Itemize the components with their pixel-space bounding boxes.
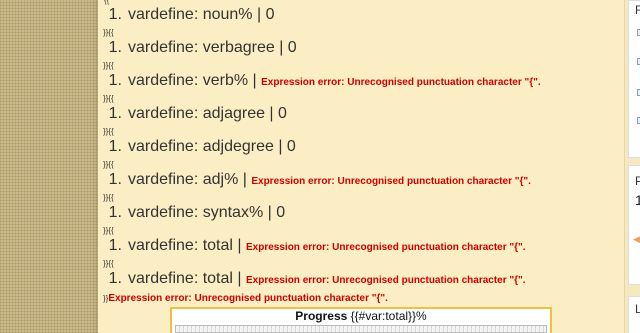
list-item: 1. vardefine: adjagree | 0 bbox=[104, 105, 287, 122]
list-item-text: vardefine: total | bbox=[128, 237, 246, 254]
template-separator: }}{{ bbox=[103, 160, 114, 169]
progress-heading: Progress {{#var:total}}% bbox=[172, 309, 550, 324]
final-error-line: }}Expression error: Unrecognised punctua… bbox=[103, 291, 388, 304]
list-item-text: vardefine: noun% | 0 bbox=[128, 6, 275, 23]
template-separator: }}{{ bbox=[103, 127, 114, 136]
sidebar-heading-letter: R bbox=[635, 3, 640, 17]
main-content: {{ 1. vardefine: noun% | 0 }}{{ 1. vardefi… bbox=[98, 0, 624, 333]
list-number: 1. bbox=[108, 72, 122, 89]
template-separator: }}{{ bbox=[103, 61, 114, 70]
left-decorative-strip bbox=[0, 0, 98, 333]
list-item-text: vardefine: adj% | bbox=[128, 171, 252, 188]
list-item: 1. vardefine: total | Expression error: U… bbox=[104, 237, 526, 254]
template-separator: }}{{ bbox=[103, 28, 114, 37]
template-separator: }}{{ bbox=[103, 193, 114, 202]
list-item: 1. vardefine: verb% | Expression error: U… bbox=[104, 72, 541, 89]
error-message: Expression error: Unrecognised punctuati… bbox=[108, 293, 388, 304]
error-message: Expression error: Unrecognised punctuati… bbox=[246, 242, 526, 253]
progress-label: Progress bbox=[295, 309, 348, 323]
list-item: 1. vardefine: adj% | Expression error: Un… bbox=[104, 171, 531, 188]
template-brace-stub: {{ bbox=[104, 0, 110, 5]
template-separator: }}{{ bbox=[103, 94, 114, 103]
list-item-text: vardefine: syntax% | 0 bbox=[128, 204, 286, 221]
sidebar-number: 1 bbox=[635, 192, 640, 208]
list-number: 1. bbox=[108, 6, 122, 23]
sidebar-card-mid: P 1 ◀ bbox=[628, 165, 640, 285]
list-item-text: vardefine: total | bbox=[128, 270, 246, 287]
list-number: 1. bbox=[108, 138, 122, 155]
list-number: 1. bbox=[108, 204, 122, 221]
list-item: 1. vardefine: adjdegree | 0 bbox=[104, 138, 296, 155]
sidebar-card-top: R bbox=[628, 0, 640, 158]
sidebar-card-bottom: L bbox=[628, 296, 640, 333]
progress-bar bbox=[175, 325, 547, 333]
progress-panel: Progress {{#var:total}}% bbox=[170, 307, 552, 333]
list-item: 1. vardefine: noun% | 0 bbox=[104, 6, 275, 23]
list-item-text: vardefine: adjagree | 0 bbox=[128, 105, 287, 122]
arrow-left-icon[interactable]: ◀ bbox=[633, 234, 640, 245]
list-item-text: vardefine: verbagree | 0 bbox=[128, 39, 297, 56]
list-number: 1. bbox=[108, 237, 122, 254]
error-message: Expression error: Unrecognised punctuati… bbox=[251, 176, 531, 187]
list-number: 1. bbox=[108, 171, 122, 188]
list-number: 1. bbox=[108, 39, 122, 56]
list-item: 1. vardefine: verbagree | 0 bbox=[104, 39, 297, 56]
progress-value: {{#var:total}}% bbox=[350, 309, 427, 323]
template-separator: }}{{ bbox=[103, 226, 114, 235]
template-separator: }}{{ bbox=[103, 259, 114, 268]
list-item: 1. vardefine: syntax% | 0 bbox=[104, 204, 286, 221]
sidebar-heading-letter: L bbox=[635, 302, 640, 316]
list-item-text: vardefine: verb% | bbox=[128, 72, 262, 89]
list-item-text: vardefine: adjdegree | 0 bbox=[128, 138, 296, 155]
list-number: 1. bbox=[108, 270, 122, 287]
error-message: Expression error: Unrecognised punctuati… bbox=[246, 275, 526, 286]
right-sidebar: R P 1 ◀ L bbox=[624, 0, 640, 333]
error-message: Expression error: Unrecognised punctuati… bbox=[261, 77, 541, 88]
list-item: 1. vardefine: total | Expression error: U… bbox=[104, 270, 526, 287]
list-number: 1. bbox=[108, 105, 122, 122]
sidebar-heading-letter: P bbox=[635, 174, 640, 188]
